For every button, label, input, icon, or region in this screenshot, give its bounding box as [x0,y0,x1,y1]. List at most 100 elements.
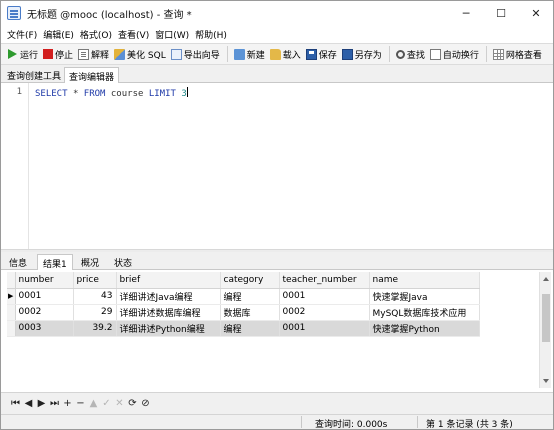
first-record-button[interactable]: ⏮ [9,397,22,411]
cell-teacher-number[interactable]: 0002 [279,304,370,321]
close-button[interactable]: ✕ [519,1,553,25]
last-record-button[interactable]: ⏭ [48,397,61,411]
row-indicator [7,320,16,337]
apply-changes-button[interactable]: ✓ [100,397,113,411]
record-navigation-bar: ⏮ ◀ ▶ ⏭ + − ▲ ✓ ✕ ⟳ ⊘ [1,392,553,414]
row-indicator [7,304,16,321]
add-record-button[interactable]: + [61,397,74,411]
cell-number[interactable]: 0002 [15,304,74,321]
menu-file[interactable]: 文件(F) [5,25,41,43]
query-window: 无标题 @mooc (localhost) - 查询 * ─ ☐ ✕ 文件(F)… [0,0,554,430]
new-button[interactable]: 新建 [232,45,268,63]
column-header-name[interactable]: name [369,272,480,289]
scroll-down-icon[interactable] [543,379,549,383]
word-wrap-button[interactable]: 自动换行 [428,45,482,63]
cell-teacher-number[interactable]: 0001 [279,288,370,305]
sql-code-line[interactable]: SELECT * FROM course LIMIT 3 [35,87,188,99]
run-icon [8,49,17,59]
cell-category[interactable]: 编程 [220,288,280,305]
column-header-teacher-number[interactable]: teacher_number [279,272,370,289]
menu-help[interactable]: 帮助(H) [193,25,231,43]
tab-result1[interactable]: 结果1 [37,254,73,271]
explain-icon [78,48,90,60]
menu-format[interactable]: 格式(O) [78,25,116,43]
column-header-price[interactable]: price [73,272,117,289]
toolbar-divider [388,46,390,62]
save-label: 保存 [318,50,337,61]
cell-category[interactable]: 编程 [220,320,280,337]
menu-view[interactable]: 查看(V) [116,25,153,43]
cell-number[interactable]: 0001 [15,288,74,305]
table-row[interactable]: 0003 39.2 详细讲述Python编程 编程 0001 快速掌握Pytho… [7,320,480,337]
word-wrap-icon [429,48,441,60]
cell-number[interactable]: 0003 [15,320,74,337]
scroll-up-icon[interactable] [543,277,549,281]
column-header-category[interactable]: category [220,272,280,289]
tab-status[interactable]: 状态 [109,254,137,270]
tab-info[interactable]: 信息 [4,254,32,270]
sql-editor[interactable]: 1 SELECT * FROM course LIMIT 3 [1,83,553,249]
query-tabs: 查询创建工具 查询编辑器 [1,65,553,84]
cell-price[interactable]: 39.2 [73,320,117,337]
line-number: 1 [16,87,22,97]
sql-table-name: course [110,89,144,99]
table-row[interactable]: ▶ 0001 43 详细讲述Java编程 编程 0001 快速掌握Java [7,288,480,305]
cell-category[interactable]: 数据库 [220,304,280,321]
refresh-button[interactable]: ⟳ [126,397,139,411]
status-bar: 查询时间: 0.000s 第 1 条记录 (共 3 条) [1,414,553,430]
column-header-number[interactable]: number [15,272,74,289]
explain-label: 解释 [91,50,110,61]
sql-keyword-from: FROM [83,89,106,99]
tab-overview[interactable]: 概况 [76,254,104,270]
cell-brief[interactable]: 详细讲述Python编程 [116,320,221,337]
run-button[interactable]: 运行 [6,45,41,63]
beautify-sql-button[interactable]: 美化 SQL [112,45,169,63]
save-as-icon [341,48,353,60]
cell-brief[interactable]: 详细讲述Java编程 [116,288,221,305]
tab-query-editor[interactable]: 查询编辑器 [64,67,120,84]
text-caret [186,87,188,97]
save-icon [305,48,317,60]
previous-record-button[interactable]: ◀ [22,397,35,411]
beautify-icon [114,48,126,60]
cell-name[interactable]: 快速掌握Python [369,320,480,337]
vertical-scrollbar[interactable] [539,272,551,388]
cell-brief[interactable]: 详细讲述数据库编程 [116,304,221,321]
stop-query-button[interactable]: ⊘ [139,397,152,411]
menu-window[interactable]: 窗口(W) [153,25,193,43]
column-header-brief[interactable]: brief [116,272,221,289]
maximize-button[interactable]: ☐ [484,1,518,25]
explain-button[interactable]: 解释 [76,45,112,63]
cell-price[interactable]: 43 [73,288,117,305]
save-button[interactable]: 保存 [304,45,340,63]
tab-query-builder[interactable]: 查询创建工具 [3,67,65,83]
export-wizard-button[interactable]: 导出向导 [169,45,223,63]
result-tabs: 信息 结果1 概况 状态 [1,252,553,271]
next-record-button[interactable]: ▶ [35,397,48,411]
find-label: 查找 [406,50,425,61]
cell-name[interactable]: 快速掌握Java [369,288,480,305]
window-title: 无标题 @mooc (localhost) - 查询 * [27,10,192,21]
delete-record-button[interactable]: − [74,397,87,411]
edit-record-button[interactable]: ▲ [87,397,100,411]
cell-name[interactable]: MySQL数据库技术应用 [369,304,480,321]
scrollbar-thumb[interactable] [542,294,550,342]
export-icon [170,48,182,60]
status-divider [301,416,302,428]
title-bar[interactable]: 无标题 @mooc (localhost) - 查询 * ─ ☐ ✕ [1,1,553,25]
grid-view-button[interactable]: 网格查看 [491,45,545,63]
sql-keyword-select: SELECT [35,89,68,99]
cell-price[interactable]: 29 [73,304,117,321]
minimize-button[interactable]: ─ [449,1,483,25]
cancel-changes-button[interactable]: ✕ [113,397,126,411]
load-button[interactable]: 载入 [268,45,304,63]
menu-edit[interactable]: 编辑(E) [41,25,78,43]
find-button[interactable]: 查找 [394,45,428,63]
stop-button[interactable]: 停止 [41,45,76,63]
menu-bar: 文件(F) 编辑(E) 格式(O) 查看(V) 窗口(W) 帮助(H) [1,25,553,43]
save-as-button[interactable]: 另存为 [340,45,385,63]
table-row[interactable]: 0002 29 详细讲述数据库编程 数据库 0002 MySQL数据库技术应用 [7,304,480,321]
toolbar-divider [485,46,487,62]
cell-teacher-number[interactable]: 0001 [279,320,370,337]
save-as-label: 另存为 [354,50,382,61]
